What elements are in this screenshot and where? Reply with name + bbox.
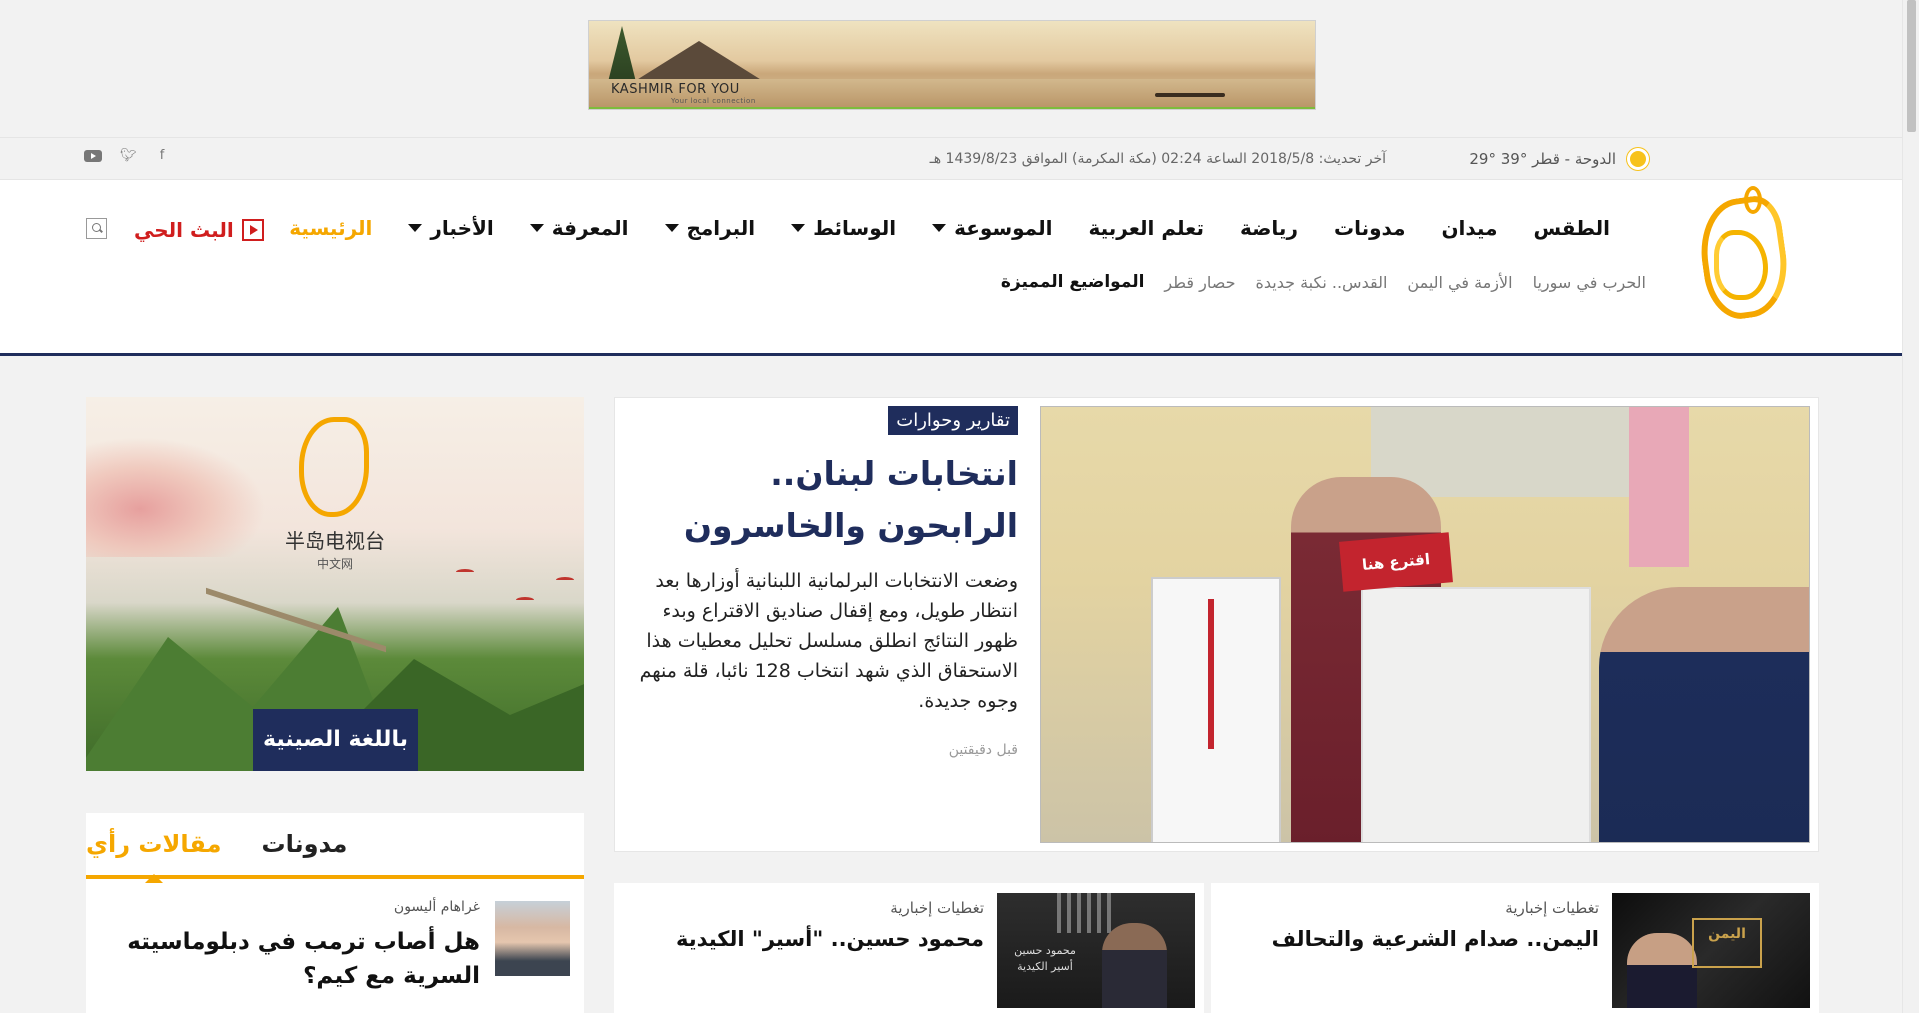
featured-label: المواضيع المميزة bbox=[1000, 272, 1145, 292]
news-thumbnail[interactable]: اليمن bbox=[1612, 893, 1810, 1008]
live-stream-button[interactable]: البث الحي bbox=[134, 218, 264, 242]
tab-blogs[interactable]: مدونات bbox=[262, 830, 348, 858]
nav-label: مدونات bbox=[1333, 216, 1406, 240]
nav-media[interactable]: الوسائط bbox=[773, 216, 914, 240]
chevron-down-icon bbox=[791, 224, 806, 232]
live-label: البث الحي bbox=[134, 218, 234, 242]
nav-label: البرامج bbox=[686, 216, 756, 240]
featured-tag-yemen[interactable]: الأزمة في اليمن bbox=[1407, 273, 1512, 292]
news-thumbnail[interactable]: محمود حسين أسير الكيدية bbox=[997, 893, 1195, 1008]
promo-chinese-sub: 中文网 bbox=[316, 557, 353, 571]
nav-home[interactable]: الرئيسية bbox=[271, 216, 390, 240]
news-section[interactable]: تغطيات إخبارية bbox=[1505, 899, 1599, 917]
opinions-panel: مقالات رأي مدونات غراهام أليسون هل أصاب … bbox=[86, 813, 584, 1013]
main-story-title[interactable]: انتخابات لبنان.. الرابحون والخاسرون bbox=[638, 448, 1018, 552]
chevron-down-icon bbox=[408, 224, 423, 232]
opinions-tabs: مقالات رأي مدونات bbox=[86, 813, 584, 883]
youtube-icon[interactable] bbox=[84, 150, 102, 162]
main-nav: الرئيسية الأخبار المعرفة البرامج الوسائط… bbox=[271, 216, 1628, 240]
main-story-summary: وضعت الانتخابات البرلمانية اللبنانية أوز… bbox=[639, 570, 1018, 712]
news-card[interactable]: محمود حسين أسير الكيدية تغطيات إخبارية م… bbox=[614, 883, 1204, 1013]
nav-label: الموسوعة bbox=[954, 216, 1053, 240]
photo-sign: اقترع هنا bbox=[1339, 532, 1453, 592]
section-badge[interactable]: تقارير وحوارات bbox=[888, 406, 1018, 435]
ad-logo: KASHMIR FOR YOU Your local connection bbox=[611, 82, 756, 105]
play-icon bbox=[241, 219, 264, 241]
news-title[interactable]: محمود حسين.. "أسير" الكيدية bbox=[624, 927, 984, 951]
thumb-person bbox=[1627, 933, 1697, 1008]
twitter-icon[interactable]: 🐦︎ bbox=[120, 148, 137, 164]
page-scrollbar[interactable] bbox=[1902, 0, 1919, 1013]
featured-topics: المواضيع المميزة حصار قطر القدس.. نكبة ج… bbox=[1001, 272, 1646, 292]
nav-label: الرئيسية bbox=[289, 216, 373, 240]
facebook-icon[interactable]: f bbox=[154, 148, 170, 164]
tab-opinion-articles[interactable]: مقالات رأي bbox=[86, 830, 222, 883]
chevron-down-icon bbox=[529, 224, 544, 232]
promo-chinese-title: 半岛电视台 bbox=[285, 529, 385, 553]
opinion-title[interactable]: هل أصاب ترمب في دبلوماسيته السرية مع كيم… bbox=[120, 925, 480, 993]
last-updated: آخر تحديث: 2018/5/8 الساعة 02:24 (مكة ال… bbox=[929, 151, 1386, 167]
thumb-bars bbox=[1057, 893, 1117, 933]
chevron-down-icon bbox=[932, 224, 947, 232]
thumb-person bbox=[1102, 923, 1167, 1008]
scrollbar-thumb[interactable] bbox=[1907, 0, 1916, 132]
news-title[interactable]: اليمن.. صدام الشرعية والتحالف bbox=[1239, 927, 1599, 951]
nav-label: رياضة bbox=[1239, 216, 1298, 240]
opinion-author[interactable]: غراهام أليسون bbox=[394, 899, 480, 915]
bird-icon bbox=[556, 577, 574, 583]
aljazeera-logo bbox=[299, 417, 369, 517]
author-avatar bbox=[495, 901, 570, 976]
nav-midan[interactable]: ميدان bbox=[1423, 216, 1515, 240]
main-story-time: قبل دقيقتين bbox=[948, 742, 1018, 758]
nav-label: ميدان bbox=[1441, 216, 1498, 240]
nav-learn-arabic[interactable]: تعلم العربية bbox=[1070, 216, 1222, 240]
nav-programs[interactable]: البرامج bbox=[647, 216, 774, 240]
weather-widget[interactable]: الدوحة - قطر °39 °29 bbox=[1469, 150, 1646, 168]
main-story-photo[interactable]: اقترع هنا bbox=[1040, 406, 1810, 843]
site-header: الرئيسية الأخبار المعرفة البرامج الوسائط… bbox=[0, 180, 1902, 356]
ad-brand: KASHMIR FOR YOU bbox=[611, 82, 740, 97]
featured-tag-jerusalem[interactable]: القدس.. نكبة جديدة bbox=[1255, 273, 1387, 292]
nav-label: تعلم العربية bbox=[1088, 216, 1204, 240]
chevron-down-icon bbox=[664, 224, 679, 232]
nav-label: الوسائط bbox=[813, 216, 897, 240]
photo-ballot-box bbox=[1361, 587, 1591, 842]
weather-text: الدوحة - قطر °39 °29 bbox=[1469, 150, 1616, 168]
news-card[interactable]: اليمن تغطيات إخبارية اليمن.. صدام الشرعي… bbox=[1211, 883, 1819, 1013]
main-story-card: اقترع هنا تقارير وحوارات انتخابات لبنان.… bbox=[614, 397, 1819, 852]
featured-tag-syria[interactable]: الحرب في سوريا bbox=[1533, 273, 1646, 292]
thumb-label: محمود حسين أسير الكيدية bbox=[1014, 944, 1076, 973]
nav-weather[interactable]: الطقس bbox=[1515, 216, 1628, 240]
sun-icon bbox=[1630, 151, 1646, 167]
ad-area: KASHMIR FOR YOU Your local connection bbox=[0, 0, 1902, 137]
promo-cta[interactable]: باللغة الصينية bbox=[253, 709, 418, 771]
bird-icon bbox=[516, 597, 534, 603]
aljazeera-logo[interactable] bbox=[1694, 186, 1794, 336]
nav-blogs[interactable]: مدونات bbox=[1316, 216, 1423, 240]
nav-sport[interactable]: رياضة bbox=[1222, 216, 1316, 240]
search-icon[interactable] bbox=[86, 218, 107, 239]
social-links: 🐦︎ f bbox=[84, 148, 170, 164]
photo-curtain bbox=[1629, 407, 1689, 567]
ad-banner[interactable]: KASHMIR FOR YOU Your local connection bbox=[588, 20, 1316, 110]
ad-strip bbox=[589, 107, 1315, 109]
nav-label: الطقس bbox=[1533, 216, 1610, 240]
nav-news[interactable]: الأخبار bbox=[390, 216, 511, 240]
thumb-label: اليمن bbox=[1692, 918, 1762, 968]
featured-tag-qatar[interactable]: حصار قطر bbox=[1164, 273, 1235, 292]
nav-label: الأخبار bbox=[430, 216, 494, 240]
photo-official bbox=[1599, 587, 1809, 842]
top-info-bar: الدوحة - قطر °39 °29 آخر تحديث: 2018/5/8… bbox=[0, 137, 1902, 180]
news-section[interactable]: تغطيات إخبارية bbox=[890, 899, 984, 917]
nav-label: المعرفة bbox=[551, 216, 629, 240]
chinese-promo-banner[interactable]: 半岛电视台 中文网 باللغة الصينية bbox=[86, 397, 584, 771]
nav-knowledge[interactable]: المعرفة bbox=[512, 216, 647, 240]
photo-voting-screen bbox=[1151, 577, 1281, 842]
opinion-item[interactable]: غراهام أليسون هل أصاب ترمب في دبلوماسيته… bbox=[100, 899, 570, 999]
ad-tagline: Your local connection bbox=[671, 97, 756, 105]
ad-boat bbox=[1155, 93, 1225, 97]
nav-encyclopedia[interactable]: الموسوعة bbox=[914, 216, 1070, 240]
